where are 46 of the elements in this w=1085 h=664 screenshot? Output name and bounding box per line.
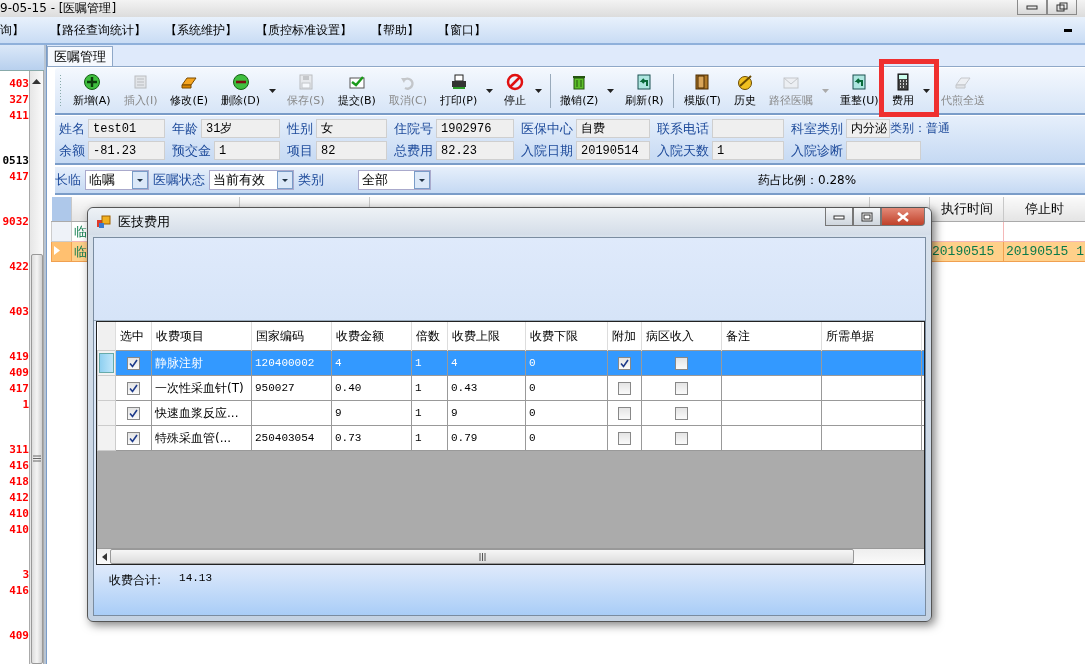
field-label: 联系电话 [657,119,710,138]
window-title: 9-05-15 - [医嘱管理] [0,0,117,17]
table-cell: 250403054 [251,425,332,451]
table-cell: 9 [331,400,412,426]
table-cell: 静脉注射 [151,350,252,376]
table-cell: 9 [447,400,526,426]
filter-label: 类别 [298,171,324,189]
dialog-title: 医技费用 [118,212,170,231]
field-label: 住院号 [394,119,434,138]
category-label: 类别：普通 [890,120,950,137]
table-cell: 4 [447,350,526,376]
field-label: 预交金 [172,141,212,160]
field-label: 余额 [59,141,86,160]
table-cell: 特殊采血管(... [151,425,252,451]
table-cell: 0.40 [331,375,412,401]
table-cell: 0 [525,425,608,451]
table-cell: 4 [331,350,412,376]
table-cell: 0.43 [447,375,526,401]
field-label: 姓名 [59,119,86,138]
table-cell: 一次性采血针(T) [151,375,252,401]
field-label: 科室类别 [791,119,844,138]
table-cell: 0 [525,400,608,426]
table-cell: 0.73 [331,425,412,451]
field-label: 年龄 [172,119,199,138]
total-value: 14.13 [179,572,213,584]
field-label: 总费用 [394,141,434,160]
table-cell: 1 [411,375,448,401]
table-cell: 1 [411,350,448,376]
field-label: 性别 [287,119,314,138]
table-cell: 1 [411,400,448,426]
filter-label: 医嘱状态 [153,171,205,189]
table-cell: 0.79 [447,425,526,451]
filter-label: 长临 [55,171,81,189]
table-cell: 120400002 [251,350,332,376]
table-cell: 0 [525,350,608,376]
field-label: 入院诊断 [791,141,844,160]
total-label: 收费合计: [109,572,162,589]
table-cell: 快速血浆反应... [151,400,252,426]
field-label: 入院天数 [657,141,710,160]
field-label: 入院日期 [521,141,574,160]
table-cell: 1 [411,425,448,451]
drug-ratio-text: 药占比例：0.28% [758,171,857,189]
table-cell: 950027 [251,375,332,401]
table-cell: 0 [525,375,608,401]
field-label: 项目 [287,141,314,160]
field-label: 医保中心 [521,119,574,138]
